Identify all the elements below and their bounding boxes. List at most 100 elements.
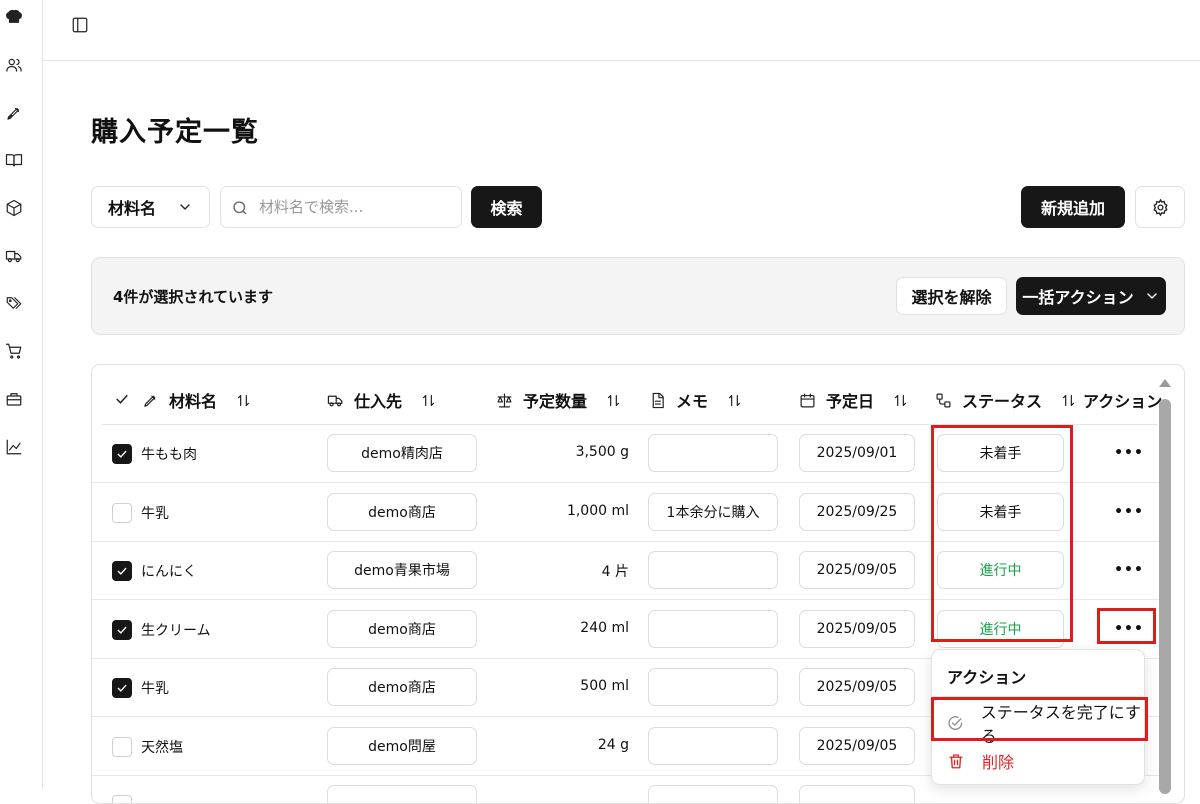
scale-icon: [496, 392, 513, 409]
top-header: [43, 0, 1200, 61]
supplier-field[interactable]: demo青果市場: [327, 551, 477, 589]
add-new-button[interactable]: 新規追加: [1021, 186, 1125, 228]
row-checkbox[interactable]: [112, 795, 132, 803]
pen-icon[interactable]: [3, 102, 25, 124]
supplier-field[interactable]: demo精肉店: [327, 434, 477, 472]
column-header-label: 仕入先: [354, 392, 403, 411]
sort-icon[interactable]: [420, 392, 437, 409]
sort-icon[interactable]: [726, 392, 743, 409]
select-all-checkbox[interactable]: [112, 389, 132, 409]
quantity-value: 1,000 ml: [566, 502, 629, 519]
clear-selection-button[interactable]: 選択を解除: [896, 277, 1007, 315]
complete-status-label: ステータスを完了にする: [980, 703, 1141, 746]
column-header-label: 予定数量: [523, 392, 588, 411]
complete-status-menu-item[interactable]: ステータスを完了にする: [932, 703, 1144, 746]
date-field[interactable]: 2025/09/05: [799, 551, 915, 589]
search-button[interactable]: 検索: [471, 186, 542, 228]
row-actions-button[interactable]: •••: [1114, 559, 1143, 581]
document-icon: [649, 392, 666, 409]
calendar-icon: [799, 392, 816, 409]
date-field[interactable]: 2025/09/05: [799, 609, 915, 648]
status-field[interactable]: 未着手: [937, 492, 1064, 531]
column-header-name[interactable]: 材料名: [142, 387, 252, 413]
date-field[interactable]: 2025/09/05: [799, 668, 915, 706]
delete-menu-item[interactable]: 削除: [932, 744, 1144, 778]
quantity-value: 3,500 g: [575, 444, 629, 460]
column-header-status[interactable]: ステータス: [935, 387, 1077, 413]
date-field[interactable]: 2025/09/25: [799, 492, 915, 531]
scroll-up-arrow[interactable]: [1159, 379, 1171, 387]
row-actions-button[interactable]: •••: [1114, 501, 1143, 523]
row-actions-button[interactable]: •••: [1114, 442, 1143, 464]
table-row: 牛もも肉 demo精肉店 3,500 g 2025/09/01 未着手 •••: [92, 425, 1162, 483]
tags-icon[interactable]: [3, 292, 25, 314]
supplier-field[interactable]: demo問屋: [327, 726, 477, 765]
column-header-quantity[interactable]: 予定数量: [496, 387, 622, 413]
field-select[interactable]: 材料名: [91, 186, 210, 228]
table-row: 牛乳 demo商店 1,000 ml 1本余分に購入 2025/09/25 未着手 •••: [92, 484, 1162, 542]
row-checkbox[interactable]: [112, 619, 132, 640]
memo-field[interactable]: [648, 726, 778, 765]
supplier-field[interactable]: [327, 785, 477, 803]
chevron-down-icon: [177, 199, 193, 215]
search-icon: [231, 199, 249, 217]
memo-field[interactable]: [648, 668, 778, 706]
chart-icon[interactable]: [3, 436, 25, 458]
quantity-value: 240 ml: [580, 619, 629, 636]
column-header-label: 予定日: [826, 392, 875, 411]
sort-icon[interactable]: [605, 392, 622, 409]
sort-icon[interactable]: [235, 392, 252, 409]
sidebar: [0, 0, 43, 789]
material-name: 牛乳: [141, 505, 169, 522]
memo-field[interactable]: [648, 609, 778, 648]
column-header-memo[interactable]: メモ: [649, 387, 743, 413]
delete-label: 削除: [982, 753, 1015, 772]
column-header-action: アクション: [1083, 387, 1162, 413]
supplier-field[interactable]: demo商店: [327, 668, 477, 706]
users-icon[interactable]: [3, 54, 25, 76]
date-field[interactable]: [799, 785, 915, 803]
column-header-supplier[interactable]: 仕入先: [327, 387, 437, 413]
package-icon[interactable]: [3, 197, 25, 219]
supplier-field[interactable]: demo商店: [327, 492, 477, 531]
memo-field[interactable]: [648, 785, 778, 803]
sort-icon[interactable]: [1060, 392, 1077, 409]
row-actions-button[interactable]: •••: [1114, 618, 1143, 640]
memo-field[interactable]: [648, 434, 778, 472]
row-checkbox[interactable]: [112, 678, 132, 698]
column-header-label: メモ: [676, 392, 709, 411]
memo-field[interactable]: 1本余分に購入: [648, 492, 778, 531]
row-checkbox[interactable]: [112, 502, 132, 523]
sort-icon[interactable]: [892, 392, 909, 409]
search-input[interactable]: [259, 198, 454, 216]
status-field[interactable]: 進行中: [937, 551, 1064, 589]
settings-button[interactable]: [1135, 186, 1185, 228]
date-field[interactable]: 2025/09/01: [799, 434, 915, 472]
truck-icon[interactable]: [3, 245, 25, 267]
scrollbar-thumb[interactable]: [1159, 399, 1171, 794]
status-field[interactable]: 未着手: [937, 434, 1064, 472]
briefcase-icon[interactable]: [3, 388, 25, 410]
date-field[interactable]: 2025/09/05: [799, 726, 915, 765]
column-header-label: アクション: [1083, 392, 1163, 411]
column-header-label: ステータス: [962, 392, 1043, 411]
truck-icon: [327, 392, 344, 409]
selection-count: 4件が選択されています: [113, 288, 273, 306]
status-field[interactable]: 進行中: [937, 609, 1064, 648]
supplier-field[interactable]: demo商店: [327, 609, 477, 648]
chef-hat-icon[interactable]: [3, 6, 25, 28]
row-checkbox[interactable]: [112, 561, 132, 581]
search-field[interactable]: [220, 186, 462, 228]
action-menu: アクション ステータスを完了にする 削除: [931, 649, 1145, 785]
row-checkbox[interactable]: [112, 444, 132, 464]
bulk-action-button[interactable]: 一括アクション: [1016, 277, 1166, 315]
material-name: にんにく: [141, 564, 197, 580]
memo-field[interactable]: [648, 551, 778, 589]
row-checkbox[interactable]: [112, 736, 132, 757]
table-row: にんにく demo青果市場 4 片 2025/09/05 進行中 •••: [92, 542, 1162, 600]
sidebar-toggle-icon[interactable]: [69, 14, 91, 36]
book-icon[interactable]: [3, 149, 25, 171]
cart-icon[interactable]: [3, 340, 25, 362]
check-circle-icon: [948, 716, 963, 730]
column-header-date[interactable]: 予定日: [799, 387, 909, 413]
